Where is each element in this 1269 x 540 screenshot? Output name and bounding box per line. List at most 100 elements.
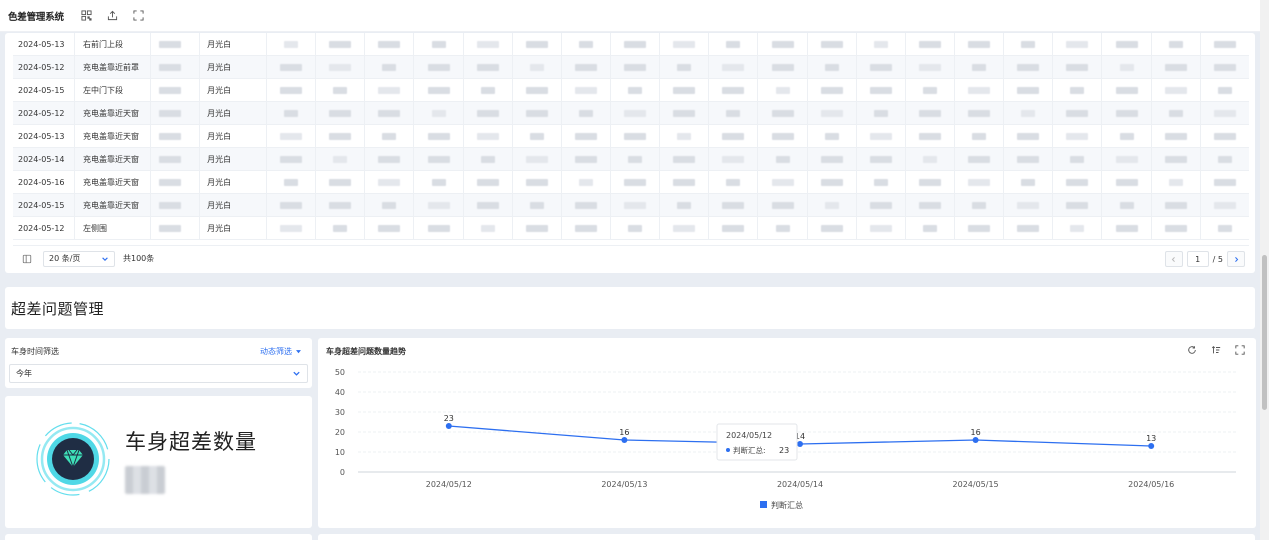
redacted-cell [413, 171, 462, 193]
redacted-value [820, 109, 843, 117]
share-icon[interactable] [106, 9, 120, 23]
data-label: 16 [971, 428, 981, 437]
time-range-value: 今年 [16, 369, 32, 378]
fullscreen-icon[interactable] [132, 9, 146, 23]
redacted-value [869, 224, 892, 232]
redacted-cell [511, 56, 561, 78]
redacted-value [673, 109, 696, 117]
table-row[interactable]: 2024-05-15 左中门下段 月光白 [13, 79, 1249, 102]
table-row[interactable]: 2024-05-16 充电盖靠近天窗 月光白 [13, 171, 1249, 194]
redacted-value [158, 178, 181, 186]
redacted-cell [462, 33, 512, 55]
column-settings-icon[interactable] [19, 251, 35, 267]
redacted-value [574, 86, 597, 94]
redacted-value [476, 109, 499, 117]
kpi-card: 车身超差数量 [5, 396, 312, 528]
redacted-value [771, 178, 794, 186]
redacted-value [378, 224, 401, 232]
redacted-cell [708, 148, 757, 170]
table-row[interactable]: 2024-05-13 充电盖靠近天窗 月光白 [13, 125, 1249, 148]
prev-page-button[interactable] [1164, 251, 1183, 267]
redacted-value [382, 132, 397, 140]
redacted-cell [610, 125, 659, 147]
redacted-cell [266, 56, 315, 78]
redacted-value [1115, 224, 1138, 232]
redacted-cell [1052, 125, 1101, 147]
redacted-cell [315, 148, 364, 170]
refresh-icon[interactable] [1186, 344, 1198, 356]
redacted-value [280, 86, 303, 94]
page-size-select[interactable]: 20 条/页 [43, 250, 115, 267]
qr-code-icon[interactable] [80, 9, 94, 23]
dynamic-filter-toggle[interactable]: 动态筛选 [260, 346, 302, 357]
redacted-value [525, 155, 548, 163]
redacted-value [1119, 63, 1134, 71]
table-row[interactable]: 2024-05-13 右前门上段 月光白 [13, 33, 1249, 56]
redacted-value [1119, 201, 1134, 209]
redacted-cell [560, 102, 610, 124]
redacted-value [525, 109, 548, 117]
redacted-cell [149, 171, 199, 193]
row-part: 充电盖靠近天窗 [74, 102, 150, 124]
scrollbar-thumb[interactable] [1262, 255, 1267, 410]
row-date: 2024-05-13 [18, 39, 65, 49]
app-title: 色差管理系统 [8, 11, 64, 23]
redacted-value [677, 132, 692, 140]
table-row[interactable]: 2024-05-12 左侧围 月光白 [13, 217, 1249, 240]
redacted-value [158, 109, 181, 117]
table-row[interactable]: 2024-05-12 充电盖靠近前罩 月光白 [13, 56, 1249, 79]
page-scrollbar[interactable] [1260, 0, 1269, 540]
sort-icon[interactable] [1210, 344, 1222, 356]
redacted-cell [364, 102, 413, 124]
redacted-cell [315, 217, 364, 239]
current-page-input[interactable]: 1 [1186, 251, 1209, 267]
tooltip-marker [726, 448, 730, 452]
redacted-cell [708, 79, 757, 101]
redacted-cell [560, 148, 610, 170]
redacted-cell [708, 171, 757, 193]
redacted-value [820, 178, 843, 186]
redacted-cell [855, 79, 905, 101]
redacted-cell [413, 125, 462, 147]
redacted-cell [855, 102, 905, 124]
redacted-value [968, 224, 991, 232]
redacted-value [869, 201, 892, 209]
redacted-cell [560, 171, 610, 193]
redacted-value [1213, 109, 1236, 117]
redacted-value [869, 132, 892, 140]
redacted-value [820, 155, 843, 163]
table-row[interactable]: 2024-05-14 充电盖靠近天窗 月光白 [13, 148, 1249, 171]
table-row[interactable]: 2024-05-12 充电盖靠近天窗 月光白 [13, 102, 1249, 125]
row-color: 月光白 [199, 148, 266, 170]
time-range-select[interactable]: 今年 [9, 364, 308, 383]
table-row[interactable]: 2024-05-15 充电盖靠近天窗 月光白 [13, 194, 1249, 217]
redacted-value [1066, 201, 1089, 209]
redacted-value [624, 63, 647, 71]
redacted-value [722, 132, 745, 140]
x-tick-label: 2024/05/15 [953, 480, 999, 489]
redacted-cell [806, 217, 856, 239]
redacted-value [525, 86, 548, 94]
redacted-value [922, 224, 937, 232]
redacted-value [427, 201, 450, 209]
redacted-cell [266, 102, 315, 124]
row-part: 充电盖靠近天窗 [74, 194, 150, 216]
redacted-value [1168, 109, 1183, 117]
redacted-value [918, 109, 941, 117]
redacted-cell [560, 217, 610, 239]
redacted-cell [610, 79, 659, 101]
redacted-value [1066, 63, 1089, 71]
redacted-cell [315, 194, 364, 216]
redacted-cell [149, 194, 199, 216]
redacted-cell [757, 217, 806, 239]
expand-icon[interactable] [1234, 344, 1246, 356]
time-filter-card: 车身时间筛选 动态筛选 今年 [5, 338, 312, 388]
redacted-cell [1150, 33, 1200, 55]
redacted-cell [560, 79, 610, 101]
redacted-cell [462, 171, 512, 193]
redacted-value [1066, 40, 1089, 48]
redacted-value [329, 178, 352, 186]
next-page-button[interactable] [1227, 251, 1245, 267]
redacted-cell [659, 125, 708, 147]
legend-swatch [760, 501, 767, 508]
